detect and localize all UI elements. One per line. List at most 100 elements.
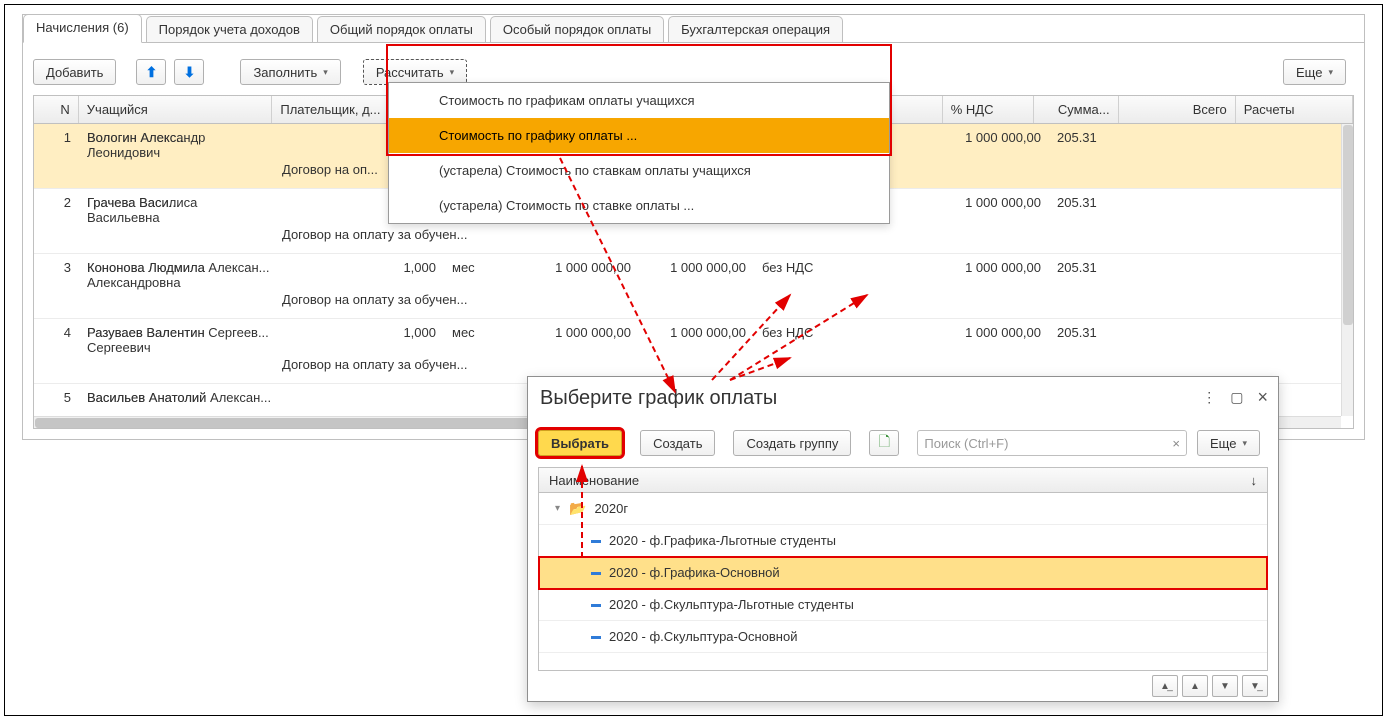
nav-down-button[interactable]: ▼: [1212, 675, 1238, 697]
table-cell: 1 000 000,00: [931, 124, 1049, 156]
table-cell: [34, 156, 79, 188]
close-icon[interactable]: ×: [1257, 387, 1268, 408]
tab-general-payment[interactable]: Общий порядок оплаты: [317, 16, 486, 42]
more-button[interactable]: Еще▾: [1283, 59, 1346, 85]
col-sumnds[interactable]: Сумма...: [1034, 96, 1118, 123]
tab-income-order[interactable]: Порядок учета доходов: [146, 16, 313, 42]
table-cell: 205.31: [1049, 189, 1167, 221]
table-cell: 1 000 000,00: [931, 319, 1049, 351]
tree-item[interactable]: ▬ 2020 - ф.Скульптура-Основной: [539, 621, 1267, 653]
clear-search-icon[interactable]: ×: [1172, 436, 1180, 451]
nav-first-button[interactable]: ▲̲: [1152, 675, 1178, 697]
search-placeholder: Поиск (Ctrl+F): [924, 436, 1008, 451]
table-cell: 1 000 000,00: [504, 254, 639, 286]
item-icon: ▬: [591, 567, 601, 578]
table-cell: 2: [34, 189, 79, 221]
table-cell: Грачева Василиса Васильевна: [79, 189, 274, 247]
table-cell: 1 000 000,00: [639, 319, 754, 351]
vertical-scrollbar[interactable]: [1341, 124, 1353, 416]
tree-item-label: 2020 - ф.Графика-Льготные студенты: [609, 533, 836, 548]
table-cell: 205.31: [1049, 124, 1167, 156]
table-cell: Договор на оплату за обучен...: [274, 351, 554, 383]
search-input[interactable]: Поиск (Ctrl+F) ×: [917, 430, 1187, 456]
tree-item[interactable]: ▬ 2020 - ф.Скульптура-Льготные студенты: [539, 589, 1267, 621]
table-cell: 205.31: [1049, 319, 1167, 351]
dropdown-item-selected[interactable]: Стоимость по графику оплаты ...: [389, 118, 889, 153]
caret-down-icon: ▾: [1242, 438, 1247, 449]
table-cell: 1,000: [359, 254, 444, 286]
sort-icon: ↓: [1251, 473, 1258, 488]
tabs: Начисления (6) Порядок учета доходов Общ…: [23, 14, 847, 42]
table-row[interactable]: 3Кононова Людмила АлександровнаКононова …: [34, 254, 1341, 319]
table-cell: Васильев Анатолий: [79, 384, 274, 416]
move-down-button[interactable]: ⬇: [174, 59, 204, 85]
col-total[interactable]: Всего: [1119, 96, 1236, 123]
nav-last-button[interactable]: ▼̲: [1242, 675, 1268, 697]
table-cell: Договор на оплату за обучен...: [274, 221, 554, 253]
table-cell: 4: [34, 319, 79, 351]
list-nav-buttons: ▲̲ ▲ ▼ ▼̲: [1152, 675, 1268, 697]
col-vat[interactable]: % НДС: [943, 96, 1034, 123]
table-cell: [444, 384, 504, 416]
tree-item-selected[interactable]: ▬ 2020 - ф.Графика-Основной: [539, 557, 1267, 589]
move-up-button[interactable]: ⬆: [136, 59, 166, 85]
item-icon: ▬: [591, 599, 601, 610]
kebab-icon[interactable]: ⋮: [1202, 389, 1216, 406]
table-cell: Вологин Александр Леонидович: [79, 124, 274, 182]
scrollbar-thumb[interactable]: [35, 418, 555, 428]
arrow-down-icon: ⬇: [184, 64, 196, 81]
schedule-tree: ▾ 📂 2020г ▬ 2020 - ф.Графика-Льготные ст…: [538, 493, 1268, 671]
nav-up-button[interactable]: ▲: [1182, 675, 1208, 697]
table-cell: 1 000 000,00: [639, 254, 754, 286]
item-icon: ▬: [591, 535, 601, 546]
tree-item-label: 2020 - ф.Графика-Основной: [609, 565, 780, 580]
create-button[interactable]: Создать: [640, 430, 715, 456]
scrollbar-thumb[interactable]: [1343, 125, 1353, 325]
table-cell: без НДС: [754, 319, 846, 351]
table-cell: Договор на оплату за обучен...: [274, 286, 554, 318]
dropdown-item[interactable]: (устарела) Стоимость по ставкам оплаты у…: [389, 153, 889, 188]
popup-window-controls: ⋮ ▢ ×: [1202, 387, 1268, 408]
table-row[interactable]: 4Разуваев Валентин СергеевичРазуваев Вал…: [34, 319, 1341, 384]
table-cell: [34, 286, 79, 318]
table-cell: мес: [444, 319, 504, 351]
table-cell: Кононова Людмила Александровна: [79, 254, 274, 312]
tree-item[interactable]: ▬ 2020 - ф.Графика-Льготные студенты: [539, 525, 1267, 557]
add-button[interactable]: Добавить: [33, 59, 116, 85]
tab-accruals[interactable]: Начисления (6): [23, 14, 142, 43]
popup-list-header[interactable]: Наименование ↓: [538, 467, 1268, 493]
maximize-icon[interactable]: ▢: [1230, 389, 1243, 406]
col-n[interactable]: N: [34, 96, 79, 123]
col-student[interactable]: Учащийся: [79, 96, 273, 123]
tree-folder-row[interactable]: ▾ 📂 2020г: [539, 493, 1267, 525]
table-cell: [846, 319, 931, 351]
caret-down-icon: ▾: [450, 67, 455, 78]
table-cell: 5: [34, 384, 79, 416]
refresh-icon: 🗋: [879, 431, 890, 455]
table-cell: [359, 384, 444, 416]
popup-toolbar: Выбрать Создать Создать группу 🗋 Поиск (…: [538, 427, 1268, 459]
dropdown-item[interactable]: (устарела) Стоимость по ставке оплаты ..…: [389, 188, 889, 223]
table-cell: 3: [34, 254, 79, 286]
tree-item-label: 2020 - ф.Скульптура-Основной: [609, 629, 797, 644]
select-button[interactable]: Выбрать: [538, 430, 622, 456]
table-cell: 1 000 000,00: [931, 189, 1049, 221]
calculate-dropdown: Стоимость по графикам оплаты учащихся Ст…: [388, 82, 890, 224]
create-group-button[interactable]: Создать группу: [733, 430, 851, 456]
chevron-down-icon: ▾: [555, 503, 569, 514]
fill-button[interactable]: Заполнить▾: [240, 59, 340, 85]
select-schedule-popup: Выберите график оплаты ⋮ ▢ × Выбрать Соз…: [527, 376, 1279, 702]
tree-item-label: 2020 - ф.Скульптура-Льготные студенты: [609, 597, 854, 612]
table-cell: 1 000 000,00: [504, 319, 639, 351]
caret-down-icon: ▾: [323, 67, 328, 78]
col-calc[interactable]: Расчеты: [1236, 96, 1353, 123]
dropdown-item[interactable]: Стоимость по графикам оплаты учащихся: [389, 83, 889, 118]
refresh-button[interactable]: 🗋: [869, 430, 899, 456]
table-cell: [34, 351, 79, 383]
tab-special-payment[interactable]: Особый порядок оплаты: [490, 16, 664, 42]
table-cell: [34, 221, 79, 253]
list-header-label: Наименование: [549, 473, 639, 488]
tab-accounting-op[interactable]: Бухгалтерская операция: [668, 16, 843, 42]
popup-title: Выберите график оплаты: [540, 387, 777, 410]
popup-more-button[interactable]: Еще▾: [1197, 430, 1260, 456]
